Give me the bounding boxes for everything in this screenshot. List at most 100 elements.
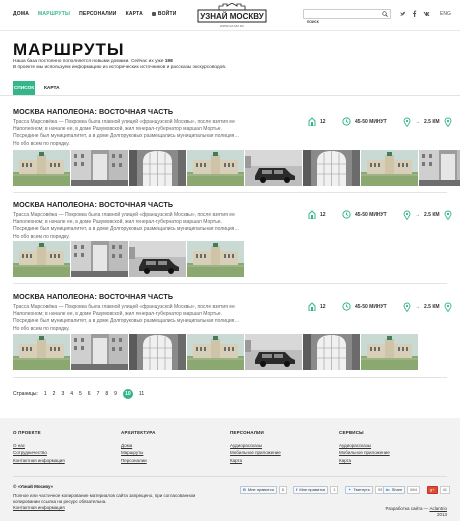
route-card[interactable]: МОСКВА НАПОЛЕОНА: ВОСТОЧНАЯ ЧАСТЬ Трасса… xyxy=(0,200,460,282)
route-photo[interactable] xyxy=(245,150,302,186)
twitter-icon[interactable] xyxy=(399,10,406,17)
route-photo[interactable] xyxy=(129,150,186,186)
route-photo[interactable] xyxy=(129,334,186,370)
route-photo[interactable] xyxy=(361,150,418,186)
route-photo[interactable] xyxy=(13,334,70,370)
route-card[interactable]: МОСКВА НАПОЛЕОНА: ВОСТОЧНАЯ ЧАСТЬ Трасса… xyxy=(0,107,460,189)
page-link[interactable]: 5 xyxy=(79,391,82,397)
footer-link[interactable]: Мобильное приложение xyxy=(230,449,281,456)
nav-item-persons[interactable]: ПЕРСОНАЛИИ xyxy=(79,11,117,17)
route-title[interactable]: МОСКВА НАПОЛЕОНА: ВОСТОЧНАЯ ЧАСТЬ xyxy=(13,107,173,116)
developer-link[interactable]: Aclantrio xyxy=(429,506,447,511)
vk-like-label: Мне нравится xyxy=(247,487,274,492)
route-houses: 12 xyxy=(308,210,326,219)
linkedin-share-label: Share xyxy=(391,487,403,492)
facebook-icon[interactable] xyxy=(411,10,418,17)
route-houses: 12 xyxy=(308,302,326,311)
location-pin-icon xyxy=(444,302,452,312)
page-link[interactable]: 4 xyxy=(70,391,73,397)
footer-contact-link[interactable]: Контактная информация xyxy=(13,505,203,511)
linkedin-icon: in xyxy=(386,487,390,492)
footer-link[interactable]: Контактная информация xyxy=(13,457,65,464)
route-card[interactable]: МОСКВА НАПОЛЕОНА: ВОСТОЧНАЯ ЧАСТЬ Трасса… xyxy=(0,292,460,374)
tab-map[interactable]: КАРТА xyxy=(44,81,60,96)
fb-like-button[interactable]: f Мне нравится xyxy=(293,485,329,494)
route-photo[interactable] xyxy=(13,241,70,277)
logo-text: УЗНАЙ МОСКВУ xyxy=(200,12,265,21)
route-photo[interactable] xyxy=(303,150,360,186)
route-photo[interactable] xyxy=(71,334,128,370)
location-pin-icon xyxy=(403,117,411,127)
route-photo[interactable] xyxy=(245,334,302,370)
pagination: Страницы: 1 2 3 4 5 6 7 8 9 10 11 xyxy=(13,389,144,399)
footer-heading: СЕРВИСЫ xyxy=(339,430,364,435)
site-header: ДОМА МАРШРУТЫ ПЕРСОНАЛИИ КАРТА ВОЙТИ УЗН… xyxy=(0,0,460,30)
location-pin-icon xyxy=(444,210,452,220)
footer-link[interactable]: Сотрудничество xyxy=(13,449,65,456)
route-title[interactable]: МОСКВА НАПОЛЕОНА: ВОСТОЧНАЯ ЧАСТЬ xyxy=(13,200,173,209)
footer-link[interactable]: Карта xyxy=(230,457,281,464)
footer-developer: Разработка сайта — Aclantrio 2013 xyxy=(385,506,447,518)
linkedin-share-count: 664 xyxy=(407,485,420,494)
route-photo[interactable] xyxy=(187,334,244,370)
linkedin-share-button[interactable]: in Share xyxy=(383,485,406,494)
route-duration: 45-50 МИНУТ xyxy=(342,210,387,219)
search-icon[interactable] xyxy=(382,11,388,17)
nav-item-home[interactable]: ДОМА xyxy=(13,11,29,17)
route-duration: 45-50 МИНУТ xyxy=(342,302,387,311)
footer-link[interactable]: О нас xyxy=(13,442,65,449)
page-link-current[interactable]: 10 xyxy=(122,389,133,399)
page-link[interactable]: 3 xyxy=(61,391,64,397)
search-input[interactable] xyxy=(304,17,378,26)
tweet-widget: ✦ Твитнуть 93 xyxy=(345,485,386,494)
footer-link[interactable]: Дома xyxy=(121,442,156,449)
route-houses: 12 xyxy=(308,117,326,126)
language-switch[interactable]: ENG xyxy=(440,11,451,17)
vk-like-widget: B Мне нравится 8 xyxy=(240,485,287,494)
page-link[interactable]: 6 xyxy=(88,391,91,397)
footer-link[interactable]: Маршруты xyxy=(121,449,156,456)
route-description: Трасса Марсовёжа — Покровка была главной… xyxy=(13,212,240,240)
page-link[interactable]: 1 xyxy=(44,391,47,397)
route-title[interactable]: МОСКВА НАПОЛЕОНА: ВОСТОЧНАЯ ЧАСТЬ xyxy=(13,292,173,301)
route-photo[interactable] xyxy=(419,150,460,186)
footer-link[interactable]: Аудиорассказы xyxy=(230,442,281,449)
footer-link[interactable]: Карта xyxy=(339,457,390,464)
distance-arrow: → xyxy=(415,304,420,310)
vk-like-button[interactable]: B Мне нравится xyxy=(240,485,277,494)
gplus-icon: g+ xyxy=(430,487,435,492)
route-photo[interactable] xyxy=(187,241,244,277)
tab-list[interactable]: СПИСОК xyxy=(13,81,35,96)
page-link[interactable]: 11 xyxy=(139,391,144,397)
vk-icon[interactable] xyxy=(423,10,430,17)
distance-value: 2.5 КМ xyxy=(424,212,440,218)
route-photo[interactable] xyxy=(71,150,128,186)
route-divider xyxy=(13,377,447,378)
route-photo[interactable] xyxy=(187,150,244,186)
tweet-button[interactable]: ✦ Твитнуть xyxy=(345,485,373,494)
page-link[interactable]: 7 xyxy=(97,391,100,397)
login-button[interactable]: ВОЙТИ xyxy=(151,11,177,17)
route-photo[interactable] xyxy=(361,334,418,370)
route-duration: 45-50 МИНУТ xyxy=(342,117,387,126)
page-link[interactable]: 2 xyxy=(53,391,56,397)
gplus-button[interactable]: g+ xyxy=(427,485,438,494)
nav-item-routes[interactable]: МАРШРУТЫ xyxy=(38,11,70,17)
houses-icon xyxy=(308,210,316,219)
route-photo[interactable] xyxy=(13,150,70,186)
route-photo[interactable] xyxy=(129,241,186,277)
site-logo[interactable]: УЗНАЙ МОСКВУ WWW.UZ-MO.RU xyxy=(197,3,267,29)
nav-item-map[interactable]: КАРТА xyxy=(126,11,143,17)
route-distance: → 2.5 КМ xyxy=(403,302,452,312)
footer-link[interactable]: Мобильное приложение xyxy=(339,449,390,456)
route-photo[interactable] xyxy=(71,241,128,277)
fb-like-widget: f Мне нравится 1 xyxy=(293,485,339,494)
page-link[interactable]: 9 xyxy=(114,391,117,397)
houses-count: 12 xyxy=(320,211,326,218)
intro-count: 198 xyxy=(164,59,173,64)
route-photo[interactable] xyxy=(303,334,360,370)
footer-link[interactable]: Аудиорассказы xyxy=(339,442,390,449)
footer-col-services: СЕРВИСЫ Аудиорассказы Мобильное приложен… xyxy=(339,429,390,464)
page-link[interactable]: 8 xyxy=(105,391,108,397)
footer-link[interactable]: Персоналии xyxy=(121,457,156,464)
